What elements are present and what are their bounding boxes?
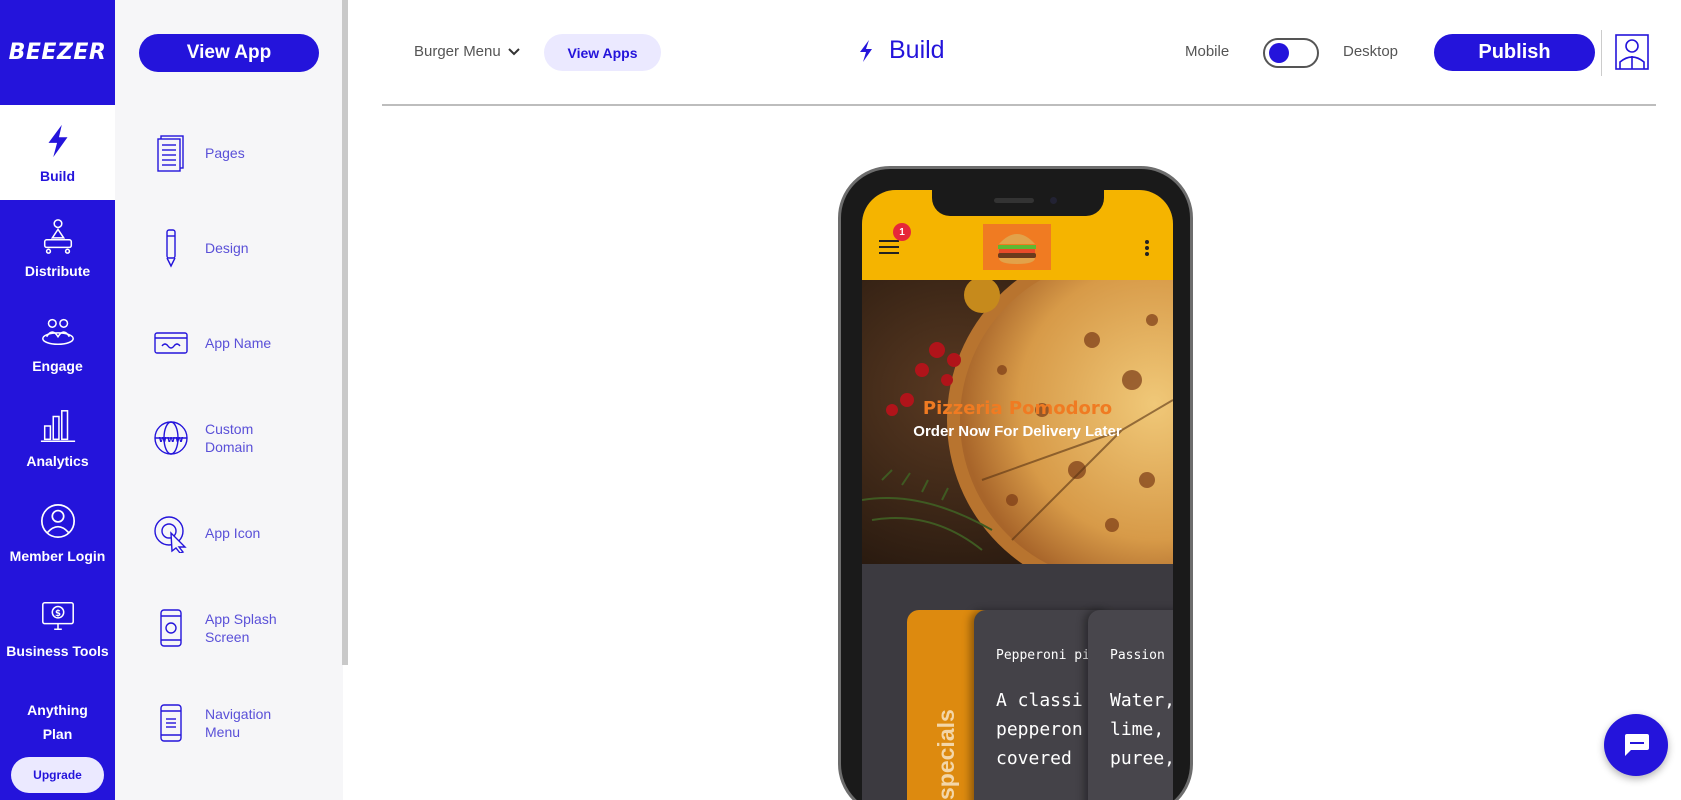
rail-item-member-login[interactable]: Member Login [0,485,115,580]
desktop-mode-label: Desktop [1343,43,1399,60]
panel-item-label: App Splash Screen [205,611,277,645]
rail-item-label: Business Tools [6,642,109,659]
view-app-button[interactable]: View App [139,34,319,72]
view-apps-button[interactable]: View Apps [544,34,661,71]
chat-support-button[interactable] [1604,714,1668,776]
engage-icon [41,318,74,345]
navigation-type-value: Burger Menu [414,43,501,60]
phone-notch [932,190,1104,216]
www-icon: www [154,421,188,455]
panel-item-custom-domain[interactable]: www Custom Domain [153,418,323,458]
publish-button[interactable]: Publish [1434,34,1595,71]
rail-item-build[interactable]: Build [0,105,115,200]
panel-item-navigation-menu[interactable]: Navigation Menu [153,703,323,743]
analytics-icon [40,409,75,442]
rail-item-label: Member Login [9,547,106,564]
mobile-mode-label: Mobile [1185,43,1230,60]
rail-item-label: Build [40,167,75,184]
distribute-icon [43,218,72,254]
toggle-knob [1269,43,1289,63]
plan-name-line2: Plan [42,726,73,742]
panel-item-app-name[interactable]: App Name [153,323,323,363]
panel-item-design[interactable]: Design [153,228,323,268]
phone-screen: 1 Pizzeria Pomodoro Order Now For Delive… [862,190,1173,800]
panel-item-app-icon[interactable]: App Icon [153,513,323,553]
topbar-divider [1601,30,1602,76]
account-icon[interactable] [1615,34,1649,70]
rail-item-label: Analytics [26,452,89,469]
business-tools-icon: $ [41,601,74,630]
hero-banner: Pizzeria Pomodoro Order Now For Delivery… [862,280,1173,564]
rail-item-engage[interactable]: Engage [0,295,115,390]
hero-title: Pizzeria Pomodoro [922,398,1113,419]
hero-text: Pizzeria Pomodoro Order Now For Delivery… [862,398,1173,440]
pencil-icon [166,229,176,268]
chat-icon [1625,734,1649,756]
main-nav-rail: BEEZER Build Distribute Engage Analytics… [0,0,115,800]
panel-item-label: Navigation Menu [205,706,272,740]
app-logo-image [983,224,1051,270]
card-description: A classi pepperon covered [996,690,1083,769]
rail-item-label: Engage [32,357,83,374]
rail-item-distribute[interactable]: Distribute [0,200,115,295]
pages-icon [157,135,184,172]
rail-item-analytics[interactable]: Analytics [0,390,115,485]
navigation-menu-icon [160,704,182,742]
svg-text:www: www [159,435,184,445]
chevron-down-icon [508,47,520,55]
page-title-text: Build [889,36,945,64]
plan-name-line1: Anything [27,702,88,718]
phone-preview: 1 Pizzeria Pomodoro Order Now For Delive… [838,166,1193,800]
panel-item-app-splash-screen[interactable]: App Splash Screen [153,608,323,648]
panel-item-pages[interactable]: Pages [153,133,323,173]
notification-badge: 1 [893,223,911,241]
menu-cards-section: specials Pepperoni pi A classi pepperon … [862,564,1173,800]
lightning-icon [860,39,872,62]
panel-item-label: App Icon [205,525,261,541]
hamburger-menu-icon[interactable] [879,240,899,256]
mobile-desktop-toggle[interactable] [1263,38,1319,68]
build-sub-panel: View App Pages Design App Name www Custo… [115,0,343,800]
card-title: Passion [1110,648,1165,663]
hero-subtitle: Order Now For Delivery Later [913,423,1122,440]
rail-item-label: Distribute [24,262,91,279]
upgrade-button[interactable]: Upgrade [11,757,104,793]
panel-item-label: Custom Domain [205,421,254,455]
card-title: Pepperoni pi [996,648,1090,663]
card-description: Water, lime, puree, [1110,690,1173,769]
rail-item-business-tools[interactable]: $ Business Tools [0,580,115,675]
member-icon [40,503,75,538]
panel-item-label: App Name [205,335,272,351]
card-content: Passion Water, lime, puree, [1088,610,1173,800]
specials-label: specials [933,709,959,800]
card-content: Pepperoni pi A classi pepperon covered [974,610,1092,800]
navigation-type-dropdown[interactable]: Burger Menu [414,43,521,60]
topbar-divider-line [382,104,1656,106]
more-options-icon[interactable] [1145,240,1149,256]
app-name-icon [154,332,188,354]
app-icon-cursor-icon [154,516,187,553]
menu-card-passion[interactable]: Passion Water, lime, puree, [1088,610,1173,800]
page-title: Build [857,36,945,65]
panel-item-label: Design [205,240,249,256]
panel-scrollbar[interactable] [342,0,348,665]
panel-item-label: Pages [205,145,245,161]
plan-name: Anything Plan [0,698,115,746]
beezer-logo[interactable]: BEEZER [0,0,115,105]
lightning-icon [48,124,67,157]
burger-icon [998,234,1036,264]
svg-text:$: $ [55,609,61,619]
splash-screen-icon [160,609,182,647]
